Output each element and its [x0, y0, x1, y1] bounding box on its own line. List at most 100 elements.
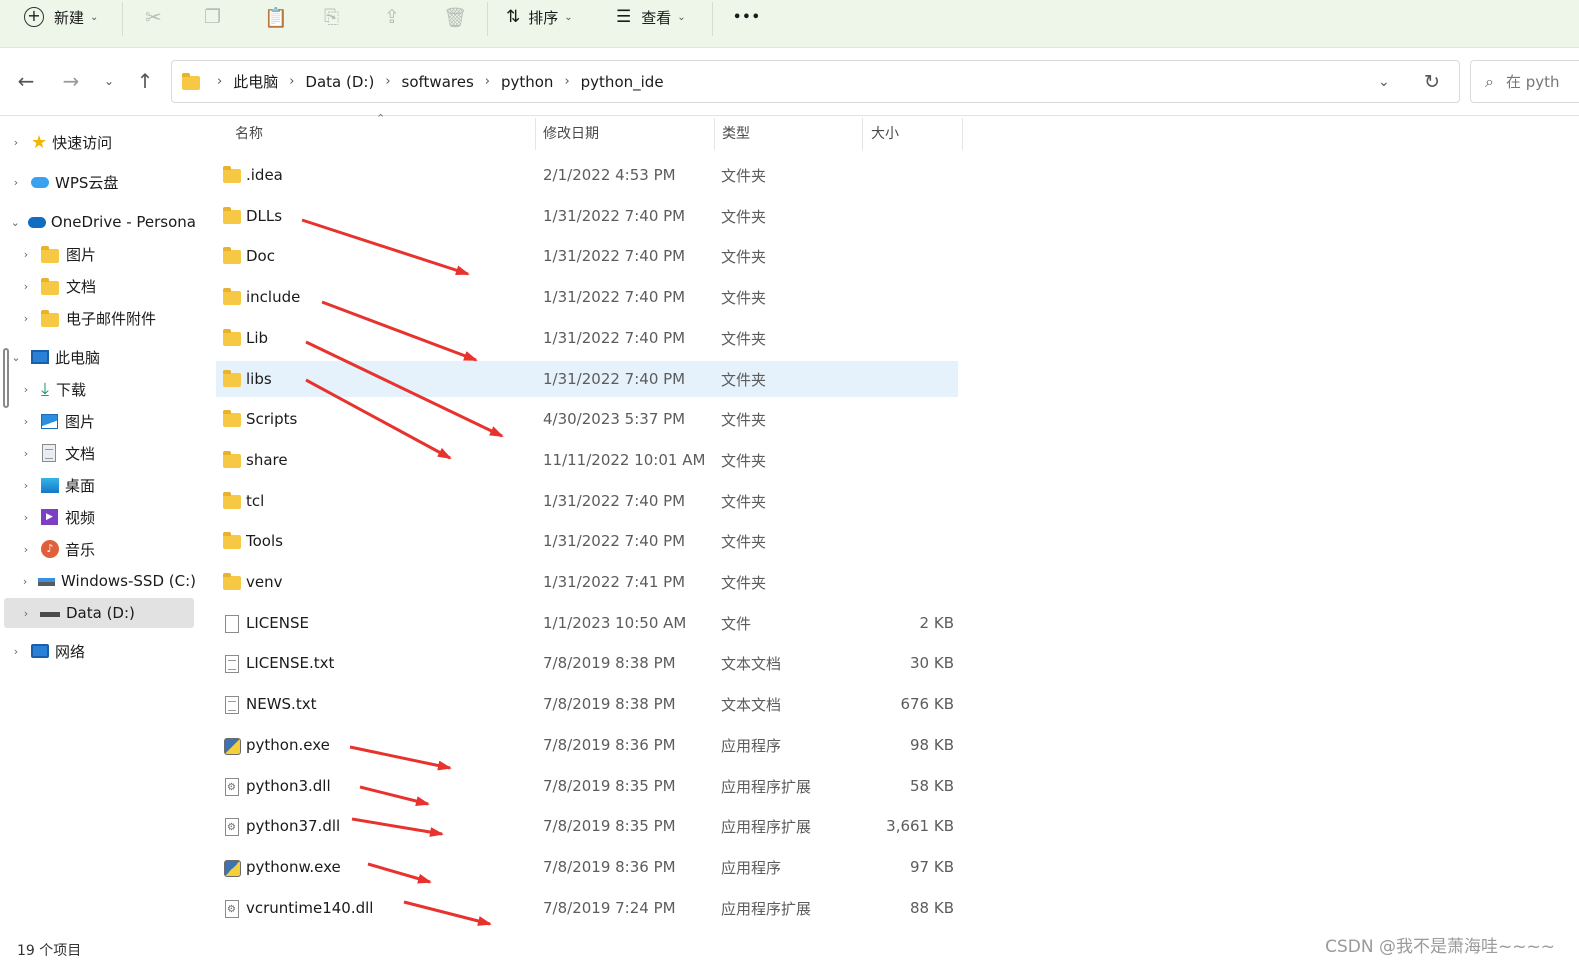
breadcrumb-item[interactable]: python_ide: [581, 73, 664, 91]
address-bar[interactable]: › 此电脑 › Data (D:) › softwares › python ›…: [171, 60, 1460, 103]
file-row[interactable]: DLLs 1/31/2022 7:40 PM 文件夹: [216, 198, 958, 234]
sidebar-item-label: 快速访问: [52, 133, 113, 152]
sidebar-item-videos[interactable]: › ▶ 视频: [0, 502, 196, 532]
file-row[interactable]: python37.dll 7/8/2019 8:35 PM 应用程序扩展 3,661 …: [216, 808, 958, 844]
search-input[interactable]: ⌕ 在 pyth: [1470, 60, 1579, 103]
column-divider[interactable]: [862, 118, 863, 150]
sort-label: 排序: [528, 8, 559, 27]
sidebar-item-label: WPS云盘: [55, 173, 119, 192]
file-date: 1/31/2022 7:40 PM: [543, 532, 686, 550]
paste-icon[interactable]: 📋: [264, 0, 288, 34]
back-icon[interactable]: ←: [11, 66, 41, 96]
sidebar-item-onedrive[interactable]: ⌄ OneDrive - Persona: [0, 207, 196, 237]
file-name: libs: [246, 370, 272, 388]
file-name: tcl: [246, 492, 265, 510]
more-options-button[interactable]: •••: [733, 0, 761, 34]
new-button[interactable]: + 新建 ⌄: [24, 0, 98, 34]
chevron-right-icon: ›: [217, 74, 223, 89]
file-row[interactable]: Tools 1/31/2022 7:40 PM 文件夹: [216, 523, 958, 559]
file-row[interactable]: LICENSE 1/1/2023 10:50 AM 文件 2 KB: [216, 605, 958, 641]
sidebar-item-wps-cloud[interactable]: › WPS云盘: [0, 167, 196, 197]
recent-locations-icon[interactable]: ⌄: [94, 66, 124, 96]
file-row[interactable]: venv 1/31/2022 7:41 PM 文件夹: [216, 564, 958, 600]
breadcrumb-item[interactable]: Data (D:): [305, 73, 374, 91]
desktop-icon: [41, 477, 59, 493]
file-name: python.exe: [246, 736, 330, 754]
sidebar-item-label: 图片: [66, 245, 97, 264]
column-header-size[interactable]: 大小: [871, 118, 899, 148]
file-row[interactable]: Lib 1/31/2022 7:40 PM 文件夹: [216, 320, 958, 356]
cut-icon[interactable]: ✂: [145, 0, 162, 34]
column-divider[interactable]: [535, 118, 536, 150]
column-divider[interactable]: [714, 118, 715, 150]
cloud-icon: [31, 176, 49, 188]
file-row[interactable]: pythonw.exe 7/8/2019 8:36 PM 应用程序 97 KB: [216, 849, 958, 885]
file-date: 11/11/2022 10:01 AM: [543, 451, 706, 469]
sidebar-item-music[interactable]: › ♪ 音乐: [0, 534, 196, 564]
view-button[interactable]: ☰ 查看 ⌄: [616, 0, 686, 34]
sidebar-item-drive-c[interactable]: › Windows-SSD (C:): [0, 566, 196, 596]
chevron-right-icon: ›: [484, 74, 490, 89]
sidebar-item-label: 电子邮件附件: [66, 309, 157, 328]
rename-icon[interactable]: ⎘: [324, 0, 339, 34]
file-row[interactable]: NEWS.txt 7/8/2019 8:38 PM 文本文档 676 KB: [216, 686, 958, 722]
sidebar-item-drive-d[interactable]: › Data (D:): [4, 598, 194, 628]
sort-button[interactable]: ⇅ 排序 ⌄: [506, 0, 573, 34]
file-date: 1/31/2022 7:40 PM: [543, 329, 686, 347]
file-size: 98 KB: [910, 736, 954, 754]
file-type: 应用程序扩展: [721, 777, 812, 796]
breadcrumb-item[interactable]: 此电脑: [233, 71, 278, 92]
file-row[interactable]: Scripts 4/30/2023 5:37 PM 文件夹: [216, 401, 958, 437]
view-label: 查看: [641, 8, 672, 27]
column-header-date[interactable]: 修改日期: [543, 118, 599, 148]
file-row[interactable]: .idea 2/1/2022 4:53 PM 文件夹: [216, 157, 958, 193]
dll-file-icon: [222, 817, 242, 837]
up-icon[interactable]: ↑: [130, 66, 160, 96]
breadcrumb-item[interactable]: python: [501, 73, 553, 91]
file-date: 7/8/2019 8:38 PM: [543, 695, 676, 713]
file-type: 应用程序扩展: [721, 899, 812, 918]
view-icon: ☰: [616, 7, 632, 27]
file-date: 7/8/2019 8:36 PM: [543, 736, 676, 754]
file-row[interactable]: tcl 1/31/2022 7:40 PM 文件夹: [216, 483, 958, 519]
share-icon[interactable]: ⇪: [384, 0, 400, 34]
sidebar-item-email-attachments[interactable]: › 电子邮件附件: [0, 303, 196, 333]
sidebar-item-onedrive-documents[interactable]: › 文档: [0, 271, 196, 301]
file-date: 1/31/2022 7:40 PM: [543, 247, 686, 265]
forward-icon[interactable]: →: [56, 66, 86, 96]
copy-icon[interactable]: ❐: [204, 0, 221, 34]
chevron-right-icon: ›: [23, 478, 29, 492]
toolbar-divider: [122, 2, 123, 36]
sidebar-item-onedrive-pictures[interactable]: › 图片: [0, 239, 196, 269]
file-row[interactable]: python.exe 7/8/2019 8:36 PM 应用程序 98 KB: [216, 727, 958, 763]
sidebar-item-desktop[interactable]: › 桌面: [0, 470, 196, 500]
file-row[interactable]: Doc 1/31/2022 7:40 PM 文件夹: [216, 238, 958, 274]
chevron-right-icon: ›: [23, 446, 29, 460]
address-history-icon[interactable]: ⌄: [1378, 61, 1390, 102]
music-icon: ♪: [41, 540, 59, 558]
folder-icon: [222, 532, 242, 552]
toolbar-divider: [712, 2, 713, 36]
column-divider[interactable]: [962, 118, 963, 150]
breadcrumb-item[interactable]: softwares: [402, 73, 474, 91]
drive-d-icon: [40, 611, 60, 617]
file-row[interactable]: python3.dll 7/8/2019 8:35 PM 应用程序扩展 58 KB: [216, 768, 958, 804]
sidebar-item-this-pc[interactable]: ⌄ 此电脑: [0, 342, 196, 372]
sidebar-item-documents[interactable]: › 文档: [0, 438, 196, 468]
video-icon: ▶: [41, 509, 58, 525]
refresh-icon[interactable]: ↻: [1424, 61, 1440, 102]
sidebar-item-network[interactable]: › 网络: [0, 636, 196, 666]
chevron-right-icon: ›: [23, 279, 29, 293]
file-row[interactable]: vcruntime140.dll 7/8/2019 7:24 PM 应用程序扩展 88…: [216, 890, 958, 926]
file-type: 文件: [721, 614, 752, 633]
delete-icon[interactable]: 🗑: [443, 0, 467, 34]
file-row[interactable]: share 11/11/2022 10:01 AM 文件夹: [216, 442, 958, 478]
sidebar-item-quick-access[interactable]: › ★ 快速访问: [0, 127, 196, 157]
sidebar-item-downloads[interactable]: › ⤓ 下载: [0, 374, 196, 404]
file-row[interactable]: LICENSE.txt 7/8/2019 8:38 PM 文本文档 30 KB: [216, 645, 958, 681]
column-header-type[interactable]: 类型: [722, 118, 750, 148]
sidebar-item-pictures[interactable]: › 图片: [0, 406, 196, 436]
file-row[interactable]: include 1/31/2022 7:40 PM 文件夹: [216, 279, 958, 315]
file-row[interactable]: libs 1/31/2022 7:40 PM 文件夹: [216, 361, 958, 397]
column-header-name[interactable]: 名称: [235, 118, 263, 148]
